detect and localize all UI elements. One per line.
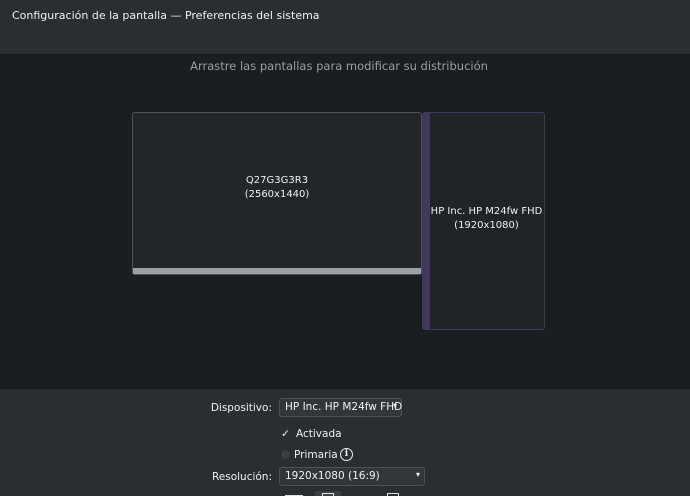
screen-name-hp: HP Inc. HP M24fw FHD [430,206,543,217]
device-combobox-value: HP Inc. HP M24fw FHD [285,401,403,413]
screen-arrangement-area: Arrastre las pantallas para modificar su… [0,55,690,388]
orientation-portrait-button[interactable] [315,491,341,496]
primary-label: Primaria [294,449,338,461]
screen-bottom-bar [133,268,421,274]
arrangement-hint: Arrastre las pantallas para modificar su… [190,59,488,73]
checkmark-icon: ✓ [281,428,290,440]
selected-screen-accent [423,113,430,329]
screen-resolution-hp: (1920x1080) [454,220,519,231]
primary-radio[interactable]: Primaria [281,449,338,461]
screen-q27g3g3r3[interactable]: Q27G3G3R3 (2560x1440) [132,112,422,275]
info-icon[interactable]: i [340,448,353,461]
toolbar [0,33,690,55]
enabled-checkbox[interactable]: ✓ Activada [281,428,342,440]
screen-hp-m24fw[interactable]: HP Inc. HP M24fw FHD (1920x1080) [422,112,545,330]
resolution-combobox-value: 1920x1080 (16:9) [285,470,380,482]
orientation-landscape-button[interactable] [285,491,305,496]
orientation-portrait-flipped-button[interactable] [384,491,404,496]
screen-label-q27: Q27G3G3R3 (2560x1440) [245,174,310,202]
window-title: Configuración de la pantalla — Preferenc… [12,9,320,22]
enabled-label: Activada [296,428,342,440]
device-combobox[interactable]: HP Inc. HP M24fw FHD ▾ [279,398,402,417]
radio-indicator [281,450,290,459]
screen-label-hp: HP Inc. HP M24fw FHD (1920x1080) [431,205,543,233]
display-settings-panel: Dispositivo: HP Inc. HP M24fw FHD ▾ ✓ Act… [0,388,690,496]
resolution-label: Resolución: [211,471,272,483]
chevron-down-icon: ▾ [392,401,397,410]
chevron-down-icon: ▾ [415,470,420,479]
orientation-landscape-flipped-button[interactable] [352,491,372,496]
screen-resolution-q27: (2560x1440) [244,188,310,200]
resolution-combobox[interactable]: 1920x1080 (16:9) ▾ [279,467,425,486]
device-label: Dispositivo: [210,402,272,414]
window-titlebar: Configuración de la pantalla — Preferenc… [0,0,690,33]
screen-name-q27: Q27G3G3R3 [245,174,309,186]
